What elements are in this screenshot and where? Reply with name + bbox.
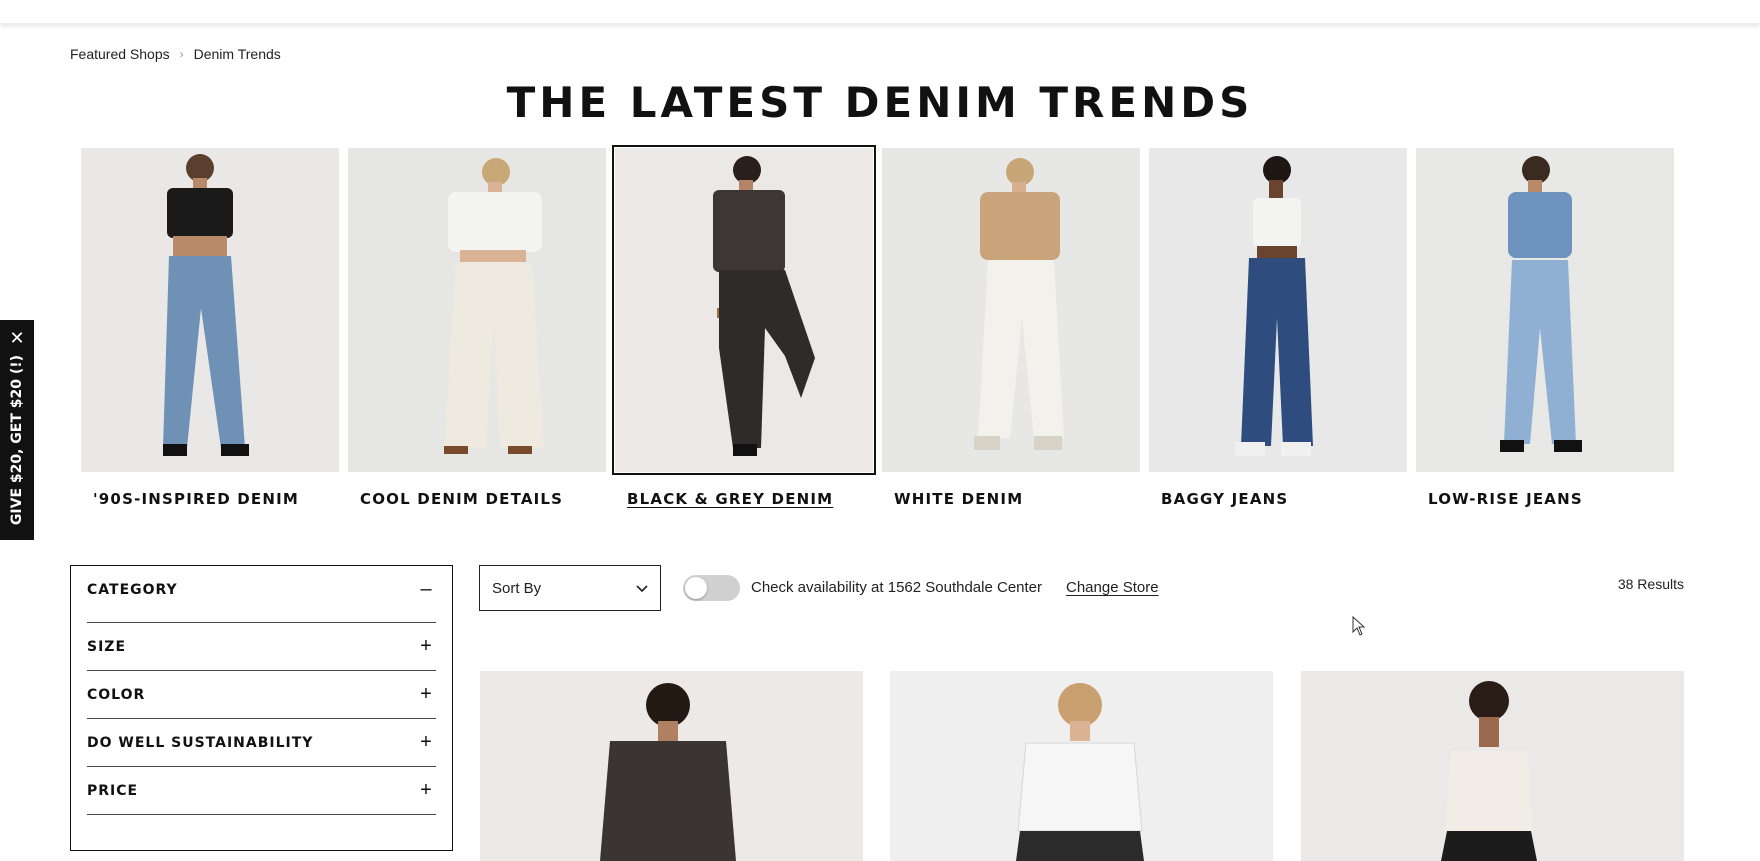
trend-card-white-denim[interactable]: WHITE DENIM (882, 148, 1140, 508)
filter-label: SIZE (87, 639, 127, 655)
filter-sustainability[interactable]: DO WELL SUSTAINABILITY + (87, 719, 436, 767)
model-photo-90s (81, 148, 339, 472)
toggle-knob (685, 577, 707, 599)
store-availability-toggle[interactable] (683, 575, 740, 601)
filter-label: COLOR (87, 687, 146, 703)
model-photo-white-denim (882, 148, 1140, 472)
product-card[interactable] (890, 671, 1273, 861)
collapse-icon[interactable]: – (416, 578, 436, 601)
product-card[interactable] (480, 671, 863, 861)
product-photo (890, 671, 1273, 861)
trend-label: BLACK & GREY DENIM (627, 490, 834, 508)
model-photo-baggy-jeans (1149, 148, 1407, 472)
sort-by-dropdown[interactable]: Sort By (479, 565, 661, 611)
model-photo-cool-details (348, 148, 606, 472)
trend-label: COOL DENIM DETAILS (360, 490, 564, 508)
close-icon[interactable]: ✕ (0, 328, 34, 349)
trend-card-90s-inspired-denim[interactable]: '90S-INSPIRED DENIM (81, 148, 339, 508)
expand-icon[interactable]: + (416, 731, 436, 754)
trend-label: '90S-INSPIRED DENIM (93, 490, 300, 508)
expand-icon[interactable]: + (416, 683, 436, 706)
model-photo-low-rise-jeans (1416, 148, 1674, 472)
mouse-cursor-icon (1352, 616, 1366, 636)
trend-label: BAGGY JEANS (1161, 490, 1289, 508)
model-photo-black-grey (615, 148, 873, 472)
site-header-bar (0, 0, 1760, 24)
filter-category[interactable]: CATEGORY – (87, 566, 436, 623)
trend-photo (612, 145, 876, 475)
filter-price[interactable]: PRICE + (87, 767, 436, 815)
filter-color[interactable]: COLOR + (87, 671, 436, 719)
chevron-down-icon (636, 585, 648, 593)
trend-photo (348, 148, 606, 472)
trend-photo (81, 148, 339, 472)
trend-photo (882, 148, 1140, 472)
trend-label: WHITE DENIM (894, 490, 1024, 508)
breadcrumb-current: Denim Trends (193, 46, 281, 62)
referral-promo-tab[interactable]: ✕ GIVE $20, GET $20 (!) (0, 320, 34, 540)
product-photo (480, 671, 863, 861)
trend-card-baggy-jeans[interactable]: BAGGY JEANS (1149, 148, 1407, 508)
availability-text: Check availability at 1562 Southdale Cen… (751, 579, 1043, 596)
filter-label: PRICE (87, 783, 139, 799)
filter-label: CATEGORY (87, 582, 178, 598)
results-count: 38 Results (1617, 576, 1684, 592)
sort-label: Sort By (492, 579, 542, 597)
trend-label: LOW-RISE JEANS (1428, 490, 1583, 508)
breadcrumb: Featured Shops › Denim Trends (70, 46, 281, 62)
trend-photo (1416, 148, 1674, 472)
breadcrumb-featured-shops[interactable]: Featured Shops (70, 46, 170, 62)
chevron-right-icon: › (179, 47, 184, 61)
promo-text: GIVE $20, GET $20 (!) (9, 354, 25, 526)
filter-size[interactable]: SIZE + (87, 623, 436, 671)
product-photo (1301, 671, 1684, 861)
trend-photo (1149, 148, 1407, 472)
change-store-link[interactable]: Change Store (1066, 579, 1159, 596)
filter-label: DO WELL SUSTAINABILITY (87, 735, 314, 751)
expand-icon[interactable]: + (416, 635, 436, 658)
trend-card-black-grey-denim[interactable]: BLACK & GREY DENIM (612, 145, 876, 508)
filter-panel: CATEGORY – SIZE + COLOR + DO WELL SUSTAI… (70, 565, 453, 851)
product-card[interactable] (1301, 671, 1684, 861)
expand-icon[interactable]: + (416, 779, 436, 802)
trend-card-low-rise-jeans[interactable]: LOW-RISE JEANS (1416, 148, 1674, 508)
trend-card-cool-denim-details[interactable]: COOL DENIM DETAILS (348, 148, 606, 508)
page-title: THE LATEST DENIM TRENDS (506, 78, 1254, 127)
